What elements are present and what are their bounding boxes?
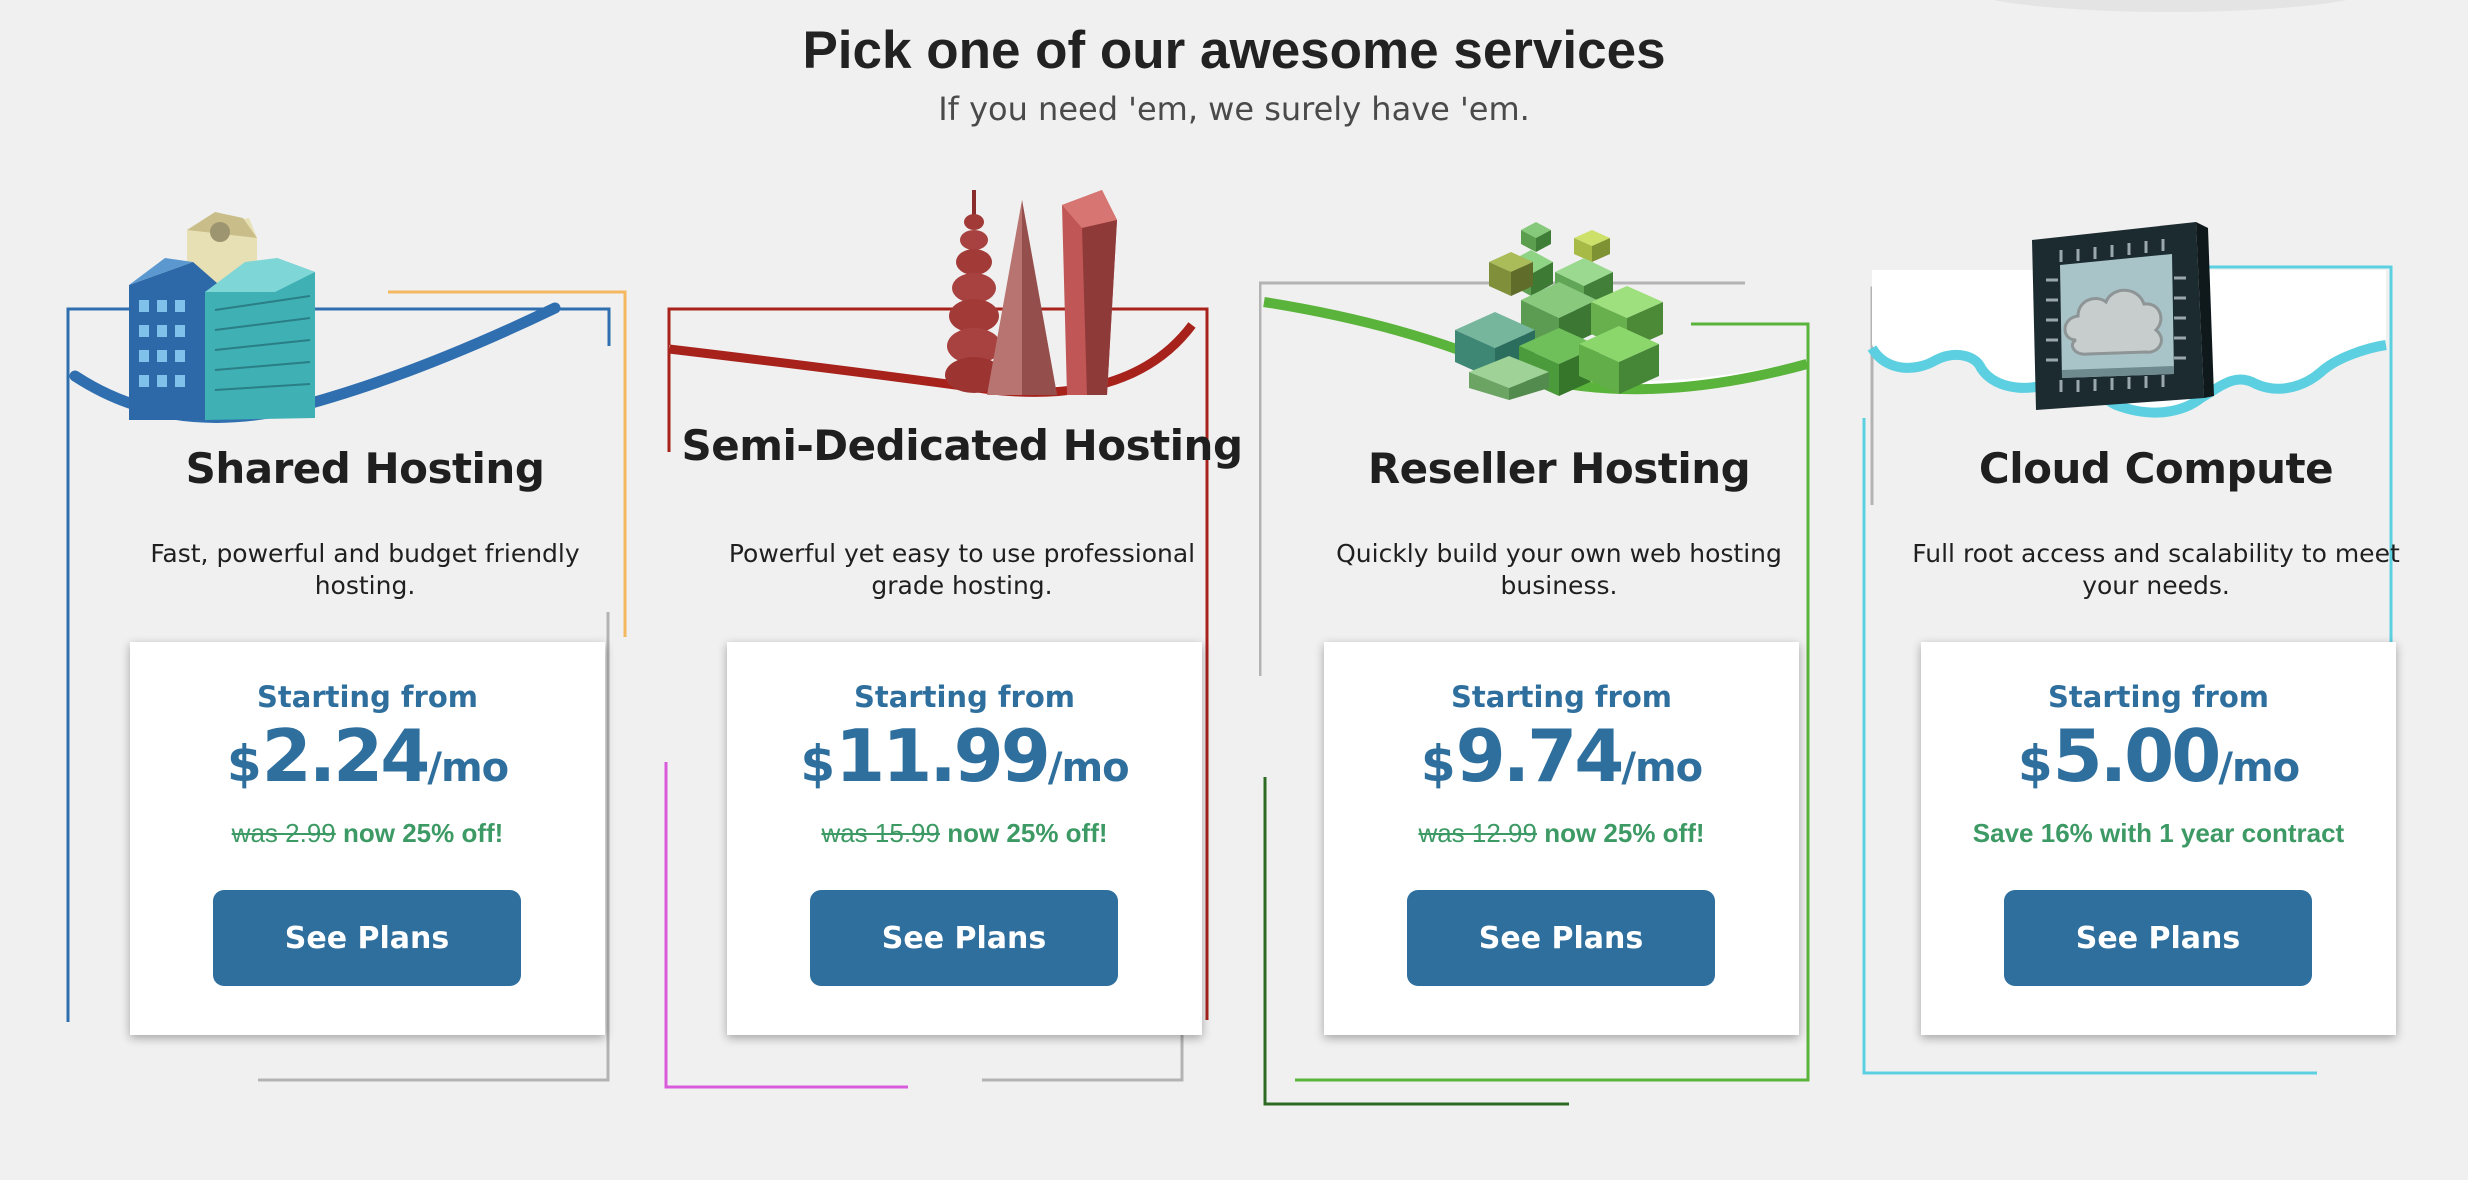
promo-text: was 12.99 now 25% off!	[1324, 818, 1799, 849]
price-period: /mo	[2218, 745, 2300, 791]
card-description: Quickly build your own web hosting busin…	[1336, 539, 1782, 600]
price-box: Starting from $9.74/mo was 12.99 now 25%…	[1324, 642, 1799, 1035]
card-reseller-hosting: Reseller Hosting Quickly build your own …	[1259, 0, 1859, 1180]
see-plans-button[interactable]: See Plans	[1407, 890, 1715, 986]
old-price: was 15.99	[821, 818, 940, 848]
promo-text: was 2.99 now 25% off!	[130, 818, 605, 849]
promo-text: was 15.99 now 25% off!	[727, 818, 1202, 849]
card-description: Full root access and scalability to meet…	[1912, 539, 2400, 600]
starting-from-label: Starting from	[1451, 680, 1672, 714]
price-amount: 2.24	[261, 714, 431, 798]
starting-from-label: Starting from	[2048, 680, 2269, 714]
starting-from-label: Starting from	[257, 680, 478, 714]
price: $5.00/mo	[1921, 714, 2396, 798]
card-title: Cloud Compute	[1978, 444, 2334, 493]
currency-symbol: $	[226, 735, 262, 793]
see-plans-button[interactable]: See Plans	[2004, 890, 2312, 986]
price: $11.99/mo	[727, 714, 1202, 798]
price-amount: 9.74	[1455, 714, 1625, 798]
price-box: Starting from $5.00/mo Save 16% with 1 y…	[1921, 642, 2396, 1035]
discount-text: now 25% off!	[947, 818, 1108, 848]
card-description: Fast, powerful and budget friendly hosti…	[150, 539, 580, 600]
see-plans-button[interactable]: See Plans	[810, 890, 1118, 986]
card-title: Shared Hosting	[185, 444, 545, 493]
card-title: Reseller Hosting	[1367, 444, 1751, 493]
price-amount: 11.99	[835, 714, 1051, 798]
price-period: /mo	[1621, 745, 1703, 791]
card-semi-dedicated-hosting: Semi-Dedicated Hosting Powerful yet easy…	[662, 0, 1262, 1180]
price-period: /mo	[1047, 745, 1130, 791]
card-description: Powerful yet easy to use professional gr…	[728, 539, 1196, 600]
currency-symbol: $	[1420, 735, 1456, 793]
starting-from-label: Starting from	[854, 680, 1075, 714]
price-amount: 5.00	[2052, 714, 2222, 798]
old-price: was 12.99	[1418, 818, 1537, 848]
card-shared-hosting: Shared Hosting Fast, powerful and budget…	[65, 0, 665, 1180]
currency-symbol: $	[800, 735, 836, 793]
price: $9.74/mo	[1324, 714, 1799, 798]
discount-text: now 25% off!	[1544, 818, 1705, 848]
price-box: Starting from $11.99/mo was 15.99 now 25…	[727, 642, 1202, 1035]
price: $2.24/mo	[130, 714, 605, 798]
currency-symbol: $	[2017, 735, 2053, 793]
card-title: Semi-Dedicated Hosting	[681, 421, 1243, 470]
discount-text: now 25% off!	[342, 818, 504, 848]
old-price: was 2.99	[231, 818, 336, 848]
card-cloud-compute: Cloud Compute Full root access and scala…	[1856, 0, 2456, 1180]
promo-text: Save 16% with 1 year contract	[1972, 818, 2345, 848]
see-plans-button[interactable]: See Plans	[213, 890, 521, 986]
price-box: Starting from $2.24/mo was 2.99 now 25% …	[130, 642, 605, 1035]
price-period: /mo	[427, 745, 509, 791]
